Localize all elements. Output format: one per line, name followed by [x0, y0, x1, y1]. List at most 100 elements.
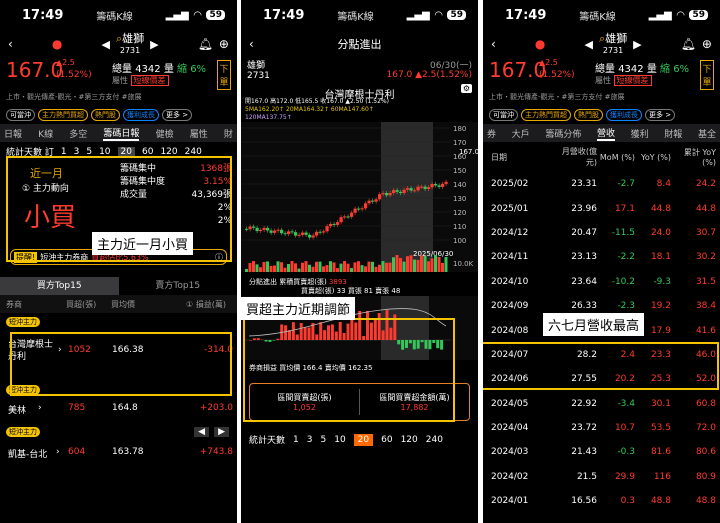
back-icon[interactable]: ‹ — [8, 37, 13, 51]
tab-financials[interactable]: 財報 — [664, 127, 682, 140]
chip-more[interactable]: 更多 > — [162, 109, 193, 121]
day-3[interactable]: 3 — [307, 435, 313, 445]
candle — [423, 186, 427, 190]
cell-date: 2025/01 — [491, 203, 529, 214]
tab-sell-top15[interactable]: 賣方Top15 — [119, 277, 238, 295]
volume-bar — [381, 261, 385, 272]
candle — [248, 226, 252, 230]
candle — [318, 231, 322, 233]
stock-name: 雄獅 — [247, 61, 266, 71]
next-stock-icon[interactable]: ▶ — [150, 38, 158, 51]
tab-profit[interactable]: 獲利 — [631, 127, 649, 140]
day-240[interactable]: 240 — [185, 147, 202, 157]
prev-stock-icon[interactable]: ◀ — [584, 38, 592, 51]
page-next-icon[interactable]: ▶ — [214, 427, 229, 437]
day-1[interactable]: 1 — [61, 147, 67, 157]
tab-finance[interactable]: 財 — [224, 127, 233, 140]
bell-icon[interactable]: 🔔︎ — [198, 37, 213, 51]
vol-ratio-label: 量 — [163, 64, 174, 75]
volume-bar — [441, 262, 444, 272]
table-row[interactable]: 2024/02 21.5 29.9 116 80.9 — [483, 465, 720, 489]
table-row[interactable]: 2024/05 22.92 -3.4 30.1 60.8 — [483, 392, 720, 416]
tab-kline[interactable]: K線 — [38, 127, 53, 140]
chip-daytrade[interactable]: 可當沖 — [6, 109, 35, 121]
settings-icon[interactable]: ⚙ — [460, 84, 472, 93]
change-pct: (1.52%) — [436, 70, 472, 80]
tab-chip-daily[interactable]: 籌碼日報 — [103, 126, 140, 141]
status-time: 17:49 — [22, 7, 64, 23]
cell-revenue: 23.96 — [571, 203, 597, 214]
chip-growth[interactable]: 獲利成長 — [123, 109, 159, 121]
candle — [413, 190, 417, 192]
tab-health[interactable]: 健檢 — [156, 127, 174, 140]
tab-lending[interactable]: 券 — [487, 127, 496, 140]
bell-icon[interactable]: 🔔︎ — [681, 37, 696, 51]
cell-date: 2024/12 — [491, 227, 529, 238]
table-row[interactable]: 2024/10 23.64 -10.2 -9.3 31.5 — [483, 270, 720, 294]
chip-more[interactable]: 更多 > — [645, 109, 676, 121]
nav-bar: ‹ ● ◀ ⌕雄獅 2731 ▶ 🔔︎ ⊕ — [0, 30, 237, 58]
day-240[interactable]: 240 — [426, 435, 443, 445]
row-buy: 604 — [68, 447, 86, 457]
back-icon[interactable]: ‹ — [491, 37, 496, 51]
cell-cum-yoy: 48.8 — [695, 496, 716, 507]
tab-attr[interactable]: 屬性 — [190, 127, 208, 140]
cell-mom: -2.2 — [617, 252, 635, 263]
tab-daily[interactable]: 日報 — [4, 127, 22, 140]
price-tick: 140 — [453, 181, 466, 189]
volume-bar — [290, 261, 294, 272]
table-row[interactable]: 2024/04 23.72 10.7 53.5 72.0 — [483, 416, 720, 440]
order-button[interactable]: 下單 — [217, 60, 231, 90]
table-row[interactable]: 2024/03 21.43 -0.3 81.6 80.6 — [483, 440, 720, 464]
order-button[interactable]: 下單 — [700, 60, 714, 90]
stock-code: 2731 — [247, 71, 270, 81]
day-10[interactable]: 10 — [99, 147, 110, 157]
day-5[interactable]: 5 — [320, 435, 326, 445]
prev-stock-icon[interactable]: ◀ — [101, 38, 109, 51]
mascot-icon: ● — [534, 37, 546, 51]
day-120[interactable]: 120 — [401, 435, 418, 445]
page-prev-icon[interactable]: ◀ — [194, 427, 209, 437]
tab-buy-top15[interactable]: 買方Top15 — [0, 277, 119, 295]
chip-hot[interactable]: 熱門股 — [574, 109, 603, 121]
next-stock-icon[interactable]: ▶ — [633, 38, 641, 51]
table-row[interactable]: 2025/02 23.31 -2.7 8.4 24.2 — [483, 172, 720, 196]
sub-acc-value: 3893 — [328, 278, 347, 286]
chip-main-buy[interactable]: 主力熱門買超 — [38, 109, 88, 121]
table-row[interactable]: 2024/12 20.47 -11.5 24.0 30.7 — [483, 221, 720, 245]
chip-daytrade[interactable]: 可當沖 — [489, 109, 518, 121]
cell-yoy: 44.8 — [650, 203, 671, 214]
day-1[interactable]: 1 — [293, 435, 299, 445]
tab-revenue[interactable]: 營收 — [596, 126, 615, 141]
tab-longshort[interactable]: 多空 — [69, 127, 87, 140]
day-120[interactable]: 120 — [160, 147, 177, 157]
tab-chip-distribution[interactable]: 籌碼分佈 — [545, 127, 581, 140]
add-icon[interactable]: ⊕ — [219, 37, 229, 51]
cell-date: 2025/02 — [491, 179, 529, 190]
tab-major-holders[interactable]: 大戶 — [512, 127, 530, 140]
day-3[interactable]: 3 — [74, 147, 80, 157]
chip-growth[interactable]: 獲利成長 — [606, 109, 642, 121]
candle — [427, 187, 431, 190]
signal-icon: ▂▄▆ — [406, 9, 430, 21]
candlestick-chart[interactable]: 180170160150140130120110100167.02025/06/… — [241, 122, 478, 272]
table-row[interactable]: 短沖主力 凱基-台北 › 604 163.78 +743.8 ◀ ▶ — [0, 423, 237, 463]
tab-fundamentals[interactable]: 基全 — [698, 127, 716, 140]
sub-line: 買賣超(張) 33 買張 81 賣張 48 — [301, 287, 401, 295]
day-60[interactable]: 60 — [142, 147, 153, 157]
stock-header: 雄獅 2731 06/30(一) 167.0 ▲2.5(1.52%) — [241, 58, 478, 86]
day-5[interactable]: 5 — [86, 147, 92, 157]
day-10[interactable]: 10 — [334, 435, 345, 445]
chip-hot[interactable]: 熱門股 — [91, 109, 120, 121]
day-20[interactable]: 20 — [117, 146, 135, 157]
add-icon[interactable]: ⊕ — [702, 37, 712, 51]
day-60[interactable]: 60 — [381, 435, 392, 445]
table-row[interactable]: 2024/01 16.56 0.3 48.8 48.8 — [483, 489, 720, 513]
table-row[interactable]: 2025/01 23.96 17.1 44.8 44.8 — [483, 196, 720, 220]
day-20[interactable]: 20 — [353, 433, 374, 446]
volume-bar — [262, 261, 266, 272]
tab-bar: 券 大戶 籌碼分佈 營收 獲利 財報 基全 — [483, 124, 720, 142]
chip-main-buy[interactable]: 主力熱門買超 — [521, 109, 571, 121]
table-row[interactable]: 2024/11 23.13 -2.2 18.1 30.2 — [483, 245, 720, 269]
volume-bar — [283, 267, 287, 272]
